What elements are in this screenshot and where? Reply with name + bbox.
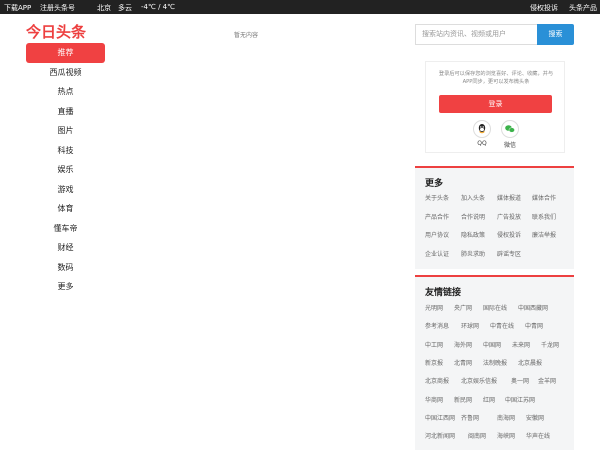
more-link[interactable]: 关于头条 — [425, 193, 449, 202]
friend-link[interactable]: 南海网 — [497, 413, 515, 422]
friend-link[interactable]: 奥一网 — [511, 376, 529, 385]
friend-link[interactable]: 中国江苏网 — [505, 395, 535, 404]
friend-link[interactable]: 红网 — [483, 395, 495, 404]
wechat-label: 微信 — [503, 142, 516, 149]
login-button[interactable]: 登录 — [439, 95, 552, 113]
friend-link[interactable]: 千龙网 — [541, 340, 559, 349]
more-link[interactable]: 辟谣专区 — [497, 249, 521, 258]
friend-link[interactable]: 海峡网 — [497, 431, 515, 440]
nav-item[interactable]: 更多 — [26, 277, 105, 297]
friend-link[interactable]: 未来网 — [512, 340, 530, 349]
friend-links-title: 友情链接 — [425, 288, 462, 298]
empty-content-tip: 暂无内容 — [234, 32, 259, 39]
temperature-label: -4℃ / 4℃ — [141, 3, 175, 11]
friend-links-panel: 友情链接 光明网 央广网 国际在线 中国西藏网参考消息 环球网 中青在线 中青网中工网 海外网… — [415, 275, 574, 450]
friend-link[interactable]: 北京娱乐信报 — [461, 376, 497, 385]
friend-link[interactable]: 北京商报 — [425, 376, 449, 385]
search-input[interactable]: 搜索站内资讯、视频或用户 — [415, 24, 538, 45]
more-link[interactable]: 侵权投诉 — [497, 230, 521, 239]
friend-link[interactable]: 中工网 — [425, 340, 443, 349]
friend-link[interactable]: 中国江西网 — [425, 413, 455, 422]
friend-link[interactable]: 海外网 — [454, 340, 472, 349]
complaint-link[interactable]: 侵权投诉 — [530, 3, 558, 13]
more-link[interactable]: 用户协议 — [425, 230, 449, 239]
download-app-link[interactable]: 下载APP — [4, 3, 31, 13]
login-tip: 登录后可以保存您的浏览喜好、评论、收藏，并与APP同步，更可以发布微头条 — [438, 71, 554, 85]
wechat-icon — [505, 125, 515, 133]
channel-nav: 推荐 西瓜视频 热点 直播 图片 科技 娱乐 游戏 体育 懂车帝 财经 数码 更多 — [26, 43, 105, 297]
friend-link[interactable]: 法制晚报 — [483, 358, 507, 367]
more-link[interactable]: 产品合作 — [425, 212, 449, 221]
friend-link[interactable]: 中国网 — [483, 340, 501, 349]
nav-item[interactable]: 数码 — [26, 258, 105, 278]
qq-login-button[interactable] — [473, 120, 491, 138]
friend-link[interactable]: 国际在线 — [483, 303, 507, 312]
nav-item[interactable]: 懂车帝 — [26, 219, 105, 239]
friend-link[interactable]: 新京报 — [425, 358, 443, 367]
wechat-login-button[interactable] — [501, 120, 519, 138]
friend-link[interactable]: 新民网 — [454, 395, 472, 404]
more-panel: 更多 关于头条 加入头条 媒体报道 媒体合作产品合作 合作说明 广告投放 联系我们用户协议 隐… — [415, 166, 574, 269]
nav-item[interactable]: 体育 — [26, 199, 105, 219]
nav-item[interactable]: 热点 — [26, 82, 105, 102]
friend-link[interactable]: 河北新闻网 — [425, 431, 455, 440]
more-link[interactable]: 廉洁举报 — [532, 230, 556, 239]
friend-link[interactable]: 央广网 — [454, 303, 472, 312]
city-label[interactable]: 北京 — [97, 3, 111, 13]
friend-link[interactable]: 华商网 — [425, 395, 443, 404]
nav-item[interactable]: 推荐 — [26, 43, 105, 63]
friend-link[interactable]: 参考消息 — [425, 321, 449, 330]
friend-link[interactable]: 环球网 — [461, 321, 479, 330]
friend-link[interactable]: 中国西藏网 — [518, 303, 548, 312]
friend-link[interactable]: 华声在线 — [526, 431, 550, 440]
friend-link[interactable]: 金羊网 — [538, 376, 556, 385]
more-link[interactable]: 联系我们 — [532, 212, 556, 221]
qq-label: QQ — [477, 140, 487, 147]
more-link[interactable]: 合作说明 — [461, 212, 485, 221]
login-box: 登录后可以保存您的浏览喜好、评论、收藏，并与APP同步，更可以发布微头条 登录 … — [425, 61, 565, 153]
nav-item[interactable]: 西瓜视频 — [26, 63, 105, 83]
logo[interactable]: 今日头条 — [26, 21, 86, 41]
friend-link[interactable]: 中青在线 — [490, 321, 514, 330]
friend-link[interactable]: 光明网 — [425, 303, 443, 312]
more-link[interactable]: 隐私政策 — [461, 230, 485, 239]
friend-link[interactable]: 齐鲁网 — [461, 413, 479, 422]
more-link[interactable]: 加入头条 — [461, 193, 485, 202]
nav-item[interactable]: 娱乐 — [26, 160, 105, 180]
nav-item[interactable]: 游戏 — [26, 180, 105, 200]
more-link[interactable]: 肺炎求助 — [461, 249, 485, 258]
nav-item[interactable]: 科技 — [26, 141, 105, 161]
nav-item[interactable]: 财经 — [26, 238, 105, 258]
friend-link[interactable]: 北京晨报 — [518, 358, 542, 367]
more-link[interactable]: 媒体报道 — [497, 193, 521, 202]
products-link[interactable]: 头条产品 — [569, 3, 597, 13]
friend-link[interactable]: 安徽网 — [526, 413, 544, 422]
top-bar: 下载APP 注册头条号 北京 多云 -4℃ / 4℃ 侵权投诉 头条产品 — [0, 0, 600, 14]
more-link[interactable]: 企业认证 — [425, 249, 449, 258]
register-link[interactable]: 注册头条号 — [40, 3, 75, 13]
more-title: 更多 — [425, 179, 444, 189]
weather-label: 多云 — [118, 4, 132, 12]
friend-link[interactable]: 北青网 — [454, 358, 472, 367]
friend-link[interactable]: 闽南网 — [468, 431, 486, 440]
more-link[interactable]: 媒体合作 — [532, 193, 556, 202]
nav-item[interactable]: 图片 — [26, 121, 105, 141]
friend-link[interactable]: 中青网 — [525, 321, 543, 330]
nav-item[interactable]: 直播 — [26, 102, 105, 122]
more-link[interactable]: 广告投放 — [497, 212, 521, 221]
search-button[interactable]: 搜索 — [537, 24, 574, 45]
qq-icon — [478, 124, 486, 134]
